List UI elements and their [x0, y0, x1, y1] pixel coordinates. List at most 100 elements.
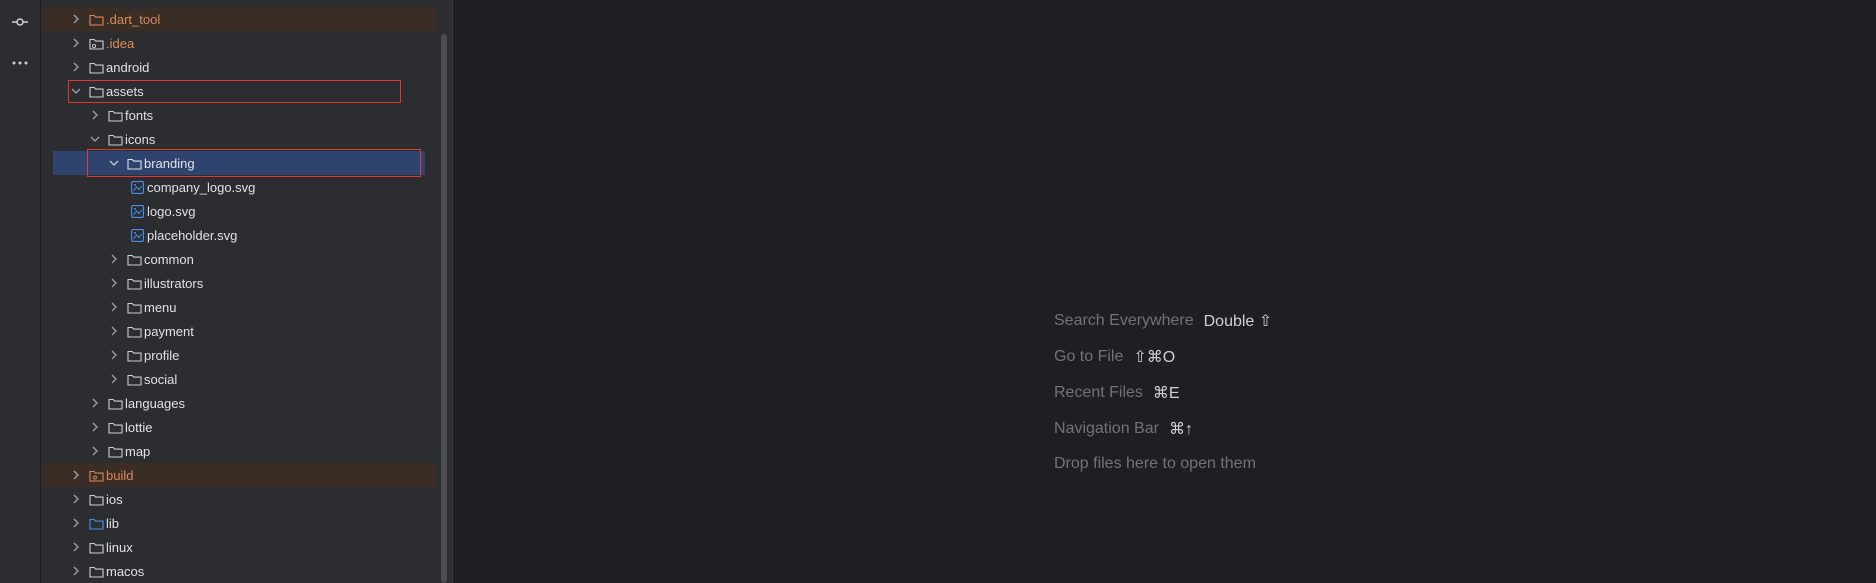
hint-label: Recent Files [1054, 384, 1143, 401]
tree-item-label: macos [106, 563, 145, 579]
hint-shortcut: ⌘E [1152, 385, 1180, 402]
tree-item-placeholder-svg[interactable]: placeholder.svg [41, 223, 435, 247]
tree-item-social[interactable]: social [41, 367, 435, 391]
tree-item-idea[interactable]: .idea [41, 31, 435, 55]
tree-item-lib[interactable]: lib [41, 511, 435, 535]
chevron-right-icon[interactable] [106, 323, 122, 339]
tree-item-fonts[interactable]: fonts [41, 103, 435, 127]
chevron-right-icon[interactable] [68, 59, 84, 75]
tree-item-label: assets [106, 83, 144, 99]
tree-item-android[interactable]: android [41, 55, 435, 79]
folder-excluded-icon [88, 467, 104, 483]
tree-item-ios[interactable]: ios [41, 487, 435, 511]
folder-icon [126, 347, 142, 363]
tree-item-payment[interactable]: payment [41, 319, 435, 343]
image-file-icon [129, 227, 145, 243]
tree-item-label: branding [144, 155, 195, 171]
tree-item-label: social [144, 371, 178, 387]
chevron-right-icon[interactable] [68, 467, 84, 483]
folder-settings-icon [88, 35, 104, 51]
commit-icon[interactable] [6, 10, 34, 34]
tree-item-map[interactable]: map [41, 439, 435, 463]
tree-item-label: payment [144, 323, 194, 339]
image-file-icon [129, 203, 145, 219]
tree-item-linux[interactable]: linux [41, 535, 435, 559]
hint-shortcut: ⌘↑ [1168, 421, 1193, 438]
folder-icon [107, 107, 123, 123]
tree-item-label: android [106, 59, 150, 75]
chevron-right-icon[interactable] [68, 35, 84, 51]
tree-item-label: illustrators [144, 275, 204, 291]
folder-icon [107, 131, 123, 147]
tree-item-label: logo.svg [147, 203, 196, 219]
tree-item-dart-tool[interactable]: .dart_tool [41, 7, 435, 31]
chevron-right-icon[interactable] [68, 11, 84, 27]
chevron-right-icon[interactable] [68, 515, 84, 531]
tree-item-label: map [125, 443, 151, 459]
chevron-right-icon[interactable] [106, 251, 122, 267]
tree-item-label: languages [125, 395, 185, 411]
hint-label: Go to File [1054, 348, 1124, 365]
more-icon[interactable] [6, 51, 34, 75]
chevron-down-icon[interactable] [87, 131, 103, 147]
chevron-right-icon[interactable] [87, 443, 103, 459]
hint-shortcut: ⇧⌘O [1133, 349, 1176, 366]
hint-label: Navigation Bar [1054, 420, 1159, 437]
scrollbar-thumb[interactable] [441, 34, 447, 583]
tree-item-menu[interactable]: menu [41, 295, 435, 319]
chevron-down-icon[interactable] [106, 155, 122, 171]
folder-icon [126, 251, 142, 267]
tree-item-branding[interactable]: branding [53, 151, 425, 175]
folder-icon [107, 395, 123, 411]
folder-icon [126, 155, 142, 171]
navigation-bar-hint[interactable]: Navigation Bar ⌘↑ [1054, 419, 1193, 439]
hint-label: Drop files here to open them [1054, 455, 1256, 472]
folder-icon [88, 83, 104, 99]
chevron-right-icon[interactable] [68, 491, 84, 507]
tree-item-logo-svg[interactable]: logo.svg [41, 199, 435, 223]
tree-item-label: .idea [106, 35, 135, 51]
tree-item-label: common [144, 251, 194, 267]
search-everywhere-hint[interactable]: Search Everywhere Double ⇧ [1054, 311, 1272, 331]
folder-icon [126, 299, 142, 315]
chevron-down-icon[interactable] [68, 83, 84, 99]
folder-icon [88, 11, 104, 27]
image-file-icon [129, 179, 145, 195]
go-to-file-hint[interactable]: Go to File ⇧⌘O [1054, 347, 1175, 367]
tree-item-common[interactable]: common [41, 247, 435, 271]
tree-item-label: menu [144, 299, 177, 315]
chevron-right-icon[interactable] [106, 299, 122, 315]
tree-item-label: .dart_tool [106, 11, 161, 27]
tree-item-label: company_logo.svg [147, 179, 256, 195]
chevron-right-icon[interactable] [106, 275, 122, 291]
tree-item-label: lottie [125, 419, 153, 435]
tree-item-macos[interactable]: macos [41, 559, 435, 583]
tree-item-label: fonts [125, 107, 154, 123]
tree-item-lottie[interactable]: lottie [41, 415, 435, 439]
tree-item-label: placeholder.svg [147, 227, 238, 243]
tree-item-label: icons [125, 131, 156, 147]
folder-icon [126, 275, 142, 291]
tree-item-company-logo-svg[interactable]: company_logo.svg [41, 175, 435, 199]
recent-files-hint[interactable]: Recent Files ⌘E [1054, 383, 1180, 403]
tree-item-label: build [106, 467, 134, 483]
tree-item-label: profile [144, 347, 180, 363]
chevron-right-icon[interactable] [68, 563, 84, 579]
project-tree: .dart_tool .idea android assets fonts ic… [41, 0, 437, 583]
chevron-right-icon[interactable] [106, 347, 122, 363]
tool-window-rail [0, 0, 41, 583]
tree-item-build[interactable]: build [41, 463, 435, 487]
chevron-right-icon[interactable] [68, 539, 84, 555]
chevron-right-icon[interactable] [87, 395, 103, 411]
chevron-right-icon[interactable] [106, 371, 122, 387]
folder-icon [88, 491, 104, 507]
tree-item-languages[interactable]: languages [41, 391, 435, 415]
tree-item-icons[interactable]: icons [41, 127, 435, 151]
chevron-right-icon[interactable] [87, 107, 103, 123]
hint-label: Search Everywhere [1054, 312, 1194, 329]
tree-item-assets[interactable]: assets [41, 79, 435, 103]
tree-item-illustrators[interactable]: illustrators [41, 271, 435, 295]
tree-item-profile[interactable]: profile [41, 343, 435, 367]
folder-icon [126, 323, 142, 339]
chevron-right-icon[interactable] [87, 419, 103, 435]
